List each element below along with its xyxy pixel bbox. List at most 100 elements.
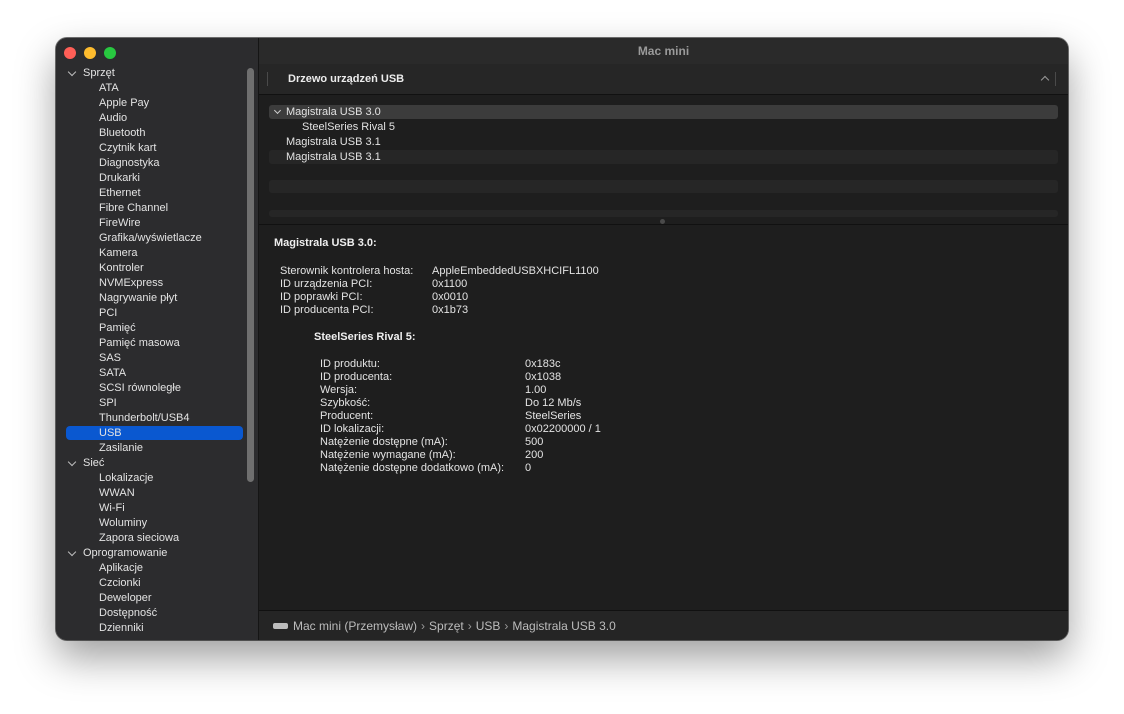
sidebar-group-label: Sprzęt [83,67,115,79]
breadcrumb-item[interactable]: USB [476,612,501,640]
sidebar-item[interactable]: Czcionki [56,576,246,591]
sidebar-item-label: Ethernet [99,187,141,199]
sidebar-item-label: SAS [99,352,122,364]
chevron-down-icon[interactable] [67,457,77,467]
usb-tree-row[interactable]: Magistrala USB 3.1 [269,150,1058,164]
sidebar-item[interactable]: Ethernet [56,186,246,201]
mac-mini-icon [273,622,288,629]
sidebar-item-label: SATA [99,367,127,379]
sidebar-item[interactable]: Zapora sieciowa [56,531,246,546]
sidebar-item[interactable]: SCSI równoległe [56,381,246,396]
usb-tree-row[interactable]: Magistrala USB 3.0 [269,105,1058,119]
sidebar-item-label: Fibre Channel [99,202,169,214]
sidebar-item[interactable]: Nagrywanie płyt [56,291,246,306]
sidebar-item[interactable]: Kamera [56,246,246,261]
breadcrumb-item[interactable]: Magistrala USB 3.0 [512,612,615,640]
sidebar-item[interactable]: Woluminy [56,516,246,531]
sidebar-scrollbar[interactable] [247,68,254,482]
sidebar-item[interactable]: Bluetooth [56,126,246,141]
property-key: ID urządzenia PCI: [280,278,373,290]
property-key: Sterownik kontrolera hosta: [280,265,414,277]
sidebar-item[interactable]: Wi-Fi [56,501,246,516]
property-value: 0 [525,462,532,474]
sidebar-item[interactable]: Dostępność [56,606,246,621]
property-value: 0x1100 [432,278,468,290]
sidebar-item[interactable]: Fibre Channel [56,201,246,216]
close-button[interactable] [64,47,76,59]
sidebar-item[interactable]: SAS [56,351,246,366]
property-value: 200 [525,449,544,461]
sidebar-item[interactable]: Pamięć [56,321,246,336]
sidebar-item-label: Diagnostyka [99,157,160,169]
sidebar-item-label: Nagrywanie płyt [99,292,178,304]
breadcrumb-item[interactable]: Sprzęt [429,612,464,640]
sidebar-group[interactable]: Sieć [56,456,246,471]
sidebar-item-label: Thunderbolt/USB4 [99,412,190,424]
sidebar-item-label: Czytnik kart [99,142,157,154]
chevron-right-icon: › [504,618,509,633]
sidebar-item[interactable]: NVMExpress [56,276,246,291]
system-information-window: Sprzęt ATA Apple Pay Audio Bluetooth Czytnik … [56,38,1068,640]
sidebar-item[interactable]: WWAN [56,486,246,501]
sidebar-item[interactable]: Apple Pay [56,96,246,111]
chevron-right-icon: › [421,618,426,633]
header-separator [267,72,268,86]
sidebar-item[interactable]: USB [56,426,246,441]
property-value: 0x183c [525,358,561,370]
empty-tree-row [269,180,1058,193]
property-key: ID poprawki PCI: [280,291,363,303]
usb-tree-header-label: Drzewo urządzeń USB [288,73,405,85]
chevron-down-icon[interactable] [67,67,77,77]
sidebar-item[interactable]: Thunderbolt/USB4 [56,411,246,426]
sidebar-group[interactable]: Oprogramowanie [56,546,246,561]
sidebar-item[interactable]: SATA [56,366,246,381]
sidebar-item[interactable]: Aplikacje [56,561,246,576]
property-key: Producent: [320,410,374,422]
path-bar: Mac mini (Przemysław) › Sprzęt › USB › Magistr… [259,610,1068,640]
window-controls [64,47,116,59]
usb-tree-row[interactable]: SteelSeries Rival 5 [269,120,1058,134]
sidebar-item[interactable]: FireWire [56,216,246,231]
usb-tree-row[interactable]: Magistrala USB 3.1 [269,135,1058,149]
usb-device-tree: Magistrala USB 3.0 SteelSeries Rival 5 Mag… [269,105,1058,165]
property-key: ID lokalizacji: [320,423,385,435]
sidebar-item[interactable]: ATA [56,81,246,96]
property-key: Natężenie dostępne dodatkowo (mA): [320,462,505,474]
sidebar-item[interactable]: Lokalizacje [56,471,246,486]
property-value: 500 [525,436,544,448]
sidebar-item[interactable]: Czytnik kart [56,141,246,156]
breadcrumb-item[interactable]: Mac mini (Przemysław) [293,612,417,640]
sidebar-item[interactable]: Zasilanie [56,441,246,456]
usb-tree-row-label: SteelSeries Rival 5 [302,121,395,133]
sidebar-item[interactable]: Diagnostyka [56,156,246,171]
sidebar-item-label: FireWire [99,217,141,229]
property-key: Natężenie dostępne (mA): [320,436,448,448]
sidebar-group[interactable]: Sprzęt [56,66,246,81]
chevron-down-icon[interactable] [273,106,282,115]
sidebar-item[interactable]: Deweloper [56,591,246,606]
sidebar-item[interactable]: PCI [56,306,246,321]
zoom-button[interactable] [104,47,116,59]
chevron-down-icon[interactable] [67,547,77,557]
sidebar-item-label: SPI [99,397,117,409]
sidebar-item-label: Aplikacje [99,562,144,574]
sidebar-group-label: Oprogramowanie [83,547,168,559]
sidebar-item[interactable]: SPI [56,396,246,411]
sidebar-item-label: Woluminy [99,517,148,529]
sidebar-item[interactable]: Audio [56,111,246,126]
property-row: Natężenie dostępne dodatkowo (mA): 0 [320,462,601,475]
property-key: Wersja: [320,384,358,396]
minimize-button[interactable] [84,47,96,59]
sidebar-item[interactable]: Kontroler [56,261,246,276]
sidebar-item[interactable]: Drukarki [56,171,246,186]
chevron-up-icon[interactable] [1040,75,1050,85]
property-row: ID produktu: 0x183c [320,358,601,371]
property-value: 0x1038 [525,371,562,383]
empty-tree-row [269,210,1058,217]
property-key: Szybkość: [320,397,371,409]
sidebar-item[interactable]: Pamięć masowa [56,336,246,351]
sidebar-item[interactable]: Grafika/wyświetlacze [56,231,246,246]
property-row: ID urządzenia PCI: 0x1100 [280,278,599,291]
sidebar-item[interactable]: Dzienniki [56,621,246,636]
property-row: ID lokalizacji: 0x02200000 / 1 [320,423,601,436]
